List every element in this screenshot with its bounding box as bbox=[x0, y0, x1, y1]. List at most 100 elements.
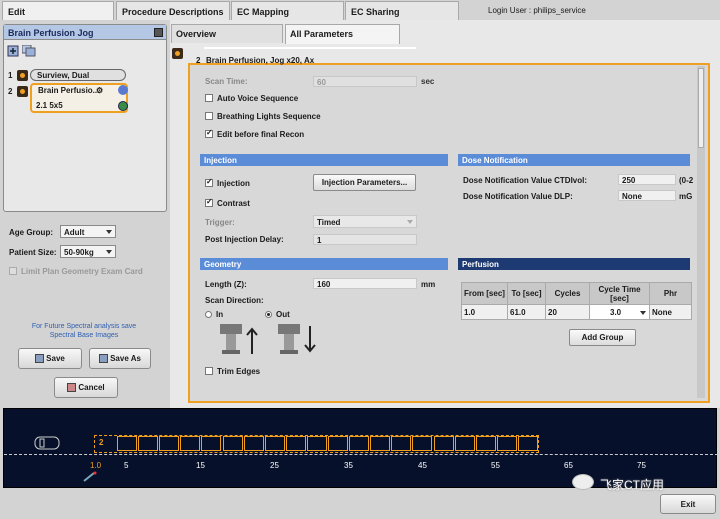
series-title: Brain Perfusion, Jog x20, Ax bbox=[206, 56, 315, 65]
perfusion-cycle bbox=[264, 436, 285, 451]
add-series-icon[interactable] bbox=[7, 45, 19, 57]
tick-label: 55 bbox=[491, 461, 500, 470]
perfusion-cycle bbox=[138, 436, 159, 451]
perfusion-cycle bbox=[412, 436, 433, 451]
perfusion-section-header: Perfusion bbox=[458, 258, 690, 270]
scan-direction-in-icon bbox=[220, 324, 258, 354]
injection-parameters-button[interactable]: Injection Parameters... bbox=[313, 174, 416, 191]
scan-icon bbox=[17, 86, 28, 97]
scrollbar-thumb[interactable] bbox=[698, 68, 704, 148]
geometry-section-header: Geometry bbox=[200, 258, 448, 270]
tab-all-parameters[interactable]: All Parameters bbox=[285, 24, 400, 44]
title-progress-line bbox=[204, 47, 416, 49]
protocol-title: Brain Perfusion Jog bbox=[4, 25, 166, 40]
globe-icon bbox=[118, 101, 128, 111]
perfusion-cycle bbox=[454, 436, 475, 451]
tick-label: 75 bbox=[637, 461, 646, 470]
chevron-down-icon bbox=[640, 311, 646, 315]
tick-label: 5 bbox=[124, 461, 129, 470]
tab-procedure-descriptions[interactable]: Procedure Descriptions bbox=[116, 1, 230, 20]
perfusion-cycle bbox=[222, 436, 243, 451]
save-as-button[interactable]: Save As bbox=[89, 348, 151, 369]
perfusion-cycle bbox=[517, 436, 538, 451]
tick-label: 25 bbox=[270, 461, 279, 470]
exit-button[interactable]: Exit bbox=[660, 494, 716, 514]
top-tab-bar: Edit Procedure Descriptions EC Mapping E… bbox=[0, 0, 720, 21]
cycle-time-select[interactable]: 3.0 bbox=[589, 304, 650, 320]
protocol-box: Brain Perfusion Jog 1 Surview, Dual 2 Br… bbox=[3, 24, 167, 212]
chevron-down-icon bbox=[407, 220, 413, 224]
perfusion-cycle bbox=[201, 436, 222, 451]
tick-label: 15 bbox=[196, 461, 205, 470]
perfusion-cycle bbox=[180, 436, 201, 451]
perfusion-cycle bbox=[285, 436, 306, 451]
copy-series-icon[interactable] bbox=[22, 45, 36, 57]
scan-icon bbox=[172, 48, 183, 59]
injector-icon: ⚙ bbox=[96, 86, 104, 95]
save-as-icon bbox=[99, 354, 109, 363]
chevron-down-icon bbox=[106, 230, 112, 234]
ctdi-field[interactable]: 250 bbox=[618, 174, 676, 185]
tab-ec-mapping[interactable]: EC Mapping bbox=[231, 1, 344, 20]
status-bar: 飞家CT应用 Exit bbox=[0, 474, 720, 519]
contrast-checkbox[interactable]: Contrast bbox=[205, 197, 250, 208]
edit-icon[interactable] bbox=[154, 28, 163, 37]
scan-icon bbox=[17, 70, 28, 81]
patient-size-select[interactable]: 50-90kg bbox=[60, 245, 116, 258]
scan-direction-out-icon bbox=[278, 324, 316, 354]
trigger-select[interactable]: Timed bbox=[313, 215, 417, 228]
cancel-icon bbox=[67, 383, 77, 392]
age-group-select[interactable]: Adult bbox=[60, 225, 116, 238]
tick-label: 65 bbox=[564, 461, 573, 470]
breathing-lights-checkbox[interactable]: Breathing Lights Sequence bbox=[205, 112, 321, 121]
save-button[interactable]: Save bbox=[18, 348, 82, 369]
length-field[interactable]: 160 bbox=[313, 278, 417, 289]
chevron-down-icon bbox=[106, 250, 112, 254]
watermark: 飞家CT应用 bbox=[600, 478, 664, 492]
tick-label: 45 bbox=[418, 461, 427, 470]
cancel-button[interactable]: Cancel bbox=[54, 377, 118, 398]
left-panel: Brain Perfusion Jog 1 Surview, Dual 2 Br… bbox=[0, 20, 170, 408]
series-surview[interactable]: Surview, Dual bbox=[30, 69, 126, 81]
recon-label[interactable]: 2.1 5x5 bbox=[36, 101, 63, 110]
tick-label: 1.0 bbox=[90, 461, 102, 470]
dose-notification-section-header: Dose Notification bbox=[458, 154, 690, 166]
contrast-icon bbox=[118, 85, 128, 95]
tab-edit[interactable]: Edit bbox=[2, 1, 114, 21]
perfusion-cycle bbox=[159, 436, 180, 451]
table-header-row: From [sec] To [sec] Cycles Cycle Time [s… bbox=[461, 282, 692, 305]
perfusion-cycle bbox=[391, 436, 412, 451]
perfusion-cycle bbox=[328, 436, 349, 451]
table-position-icon bbox=[34, 436, 60, 450]
dlp-field[interactable]: None bbox=[618, 190, 676, 201]
direction-out-radio[interactable]: Out bbox=[265, 310, 290, 319]
limit-plan-checkbox[interactable]: Limit Plan Geometry Exam Card bbox=[9, 267, 143, 276]
edit-before-recon-checkbox[interactable]: Edit before final Recon bbox=[205, 128, 304, 139]
series-brain-perfusion[interactable]: Brain Perfusio... ⚙ 2.1 5x5 bbox=[30, 83, 128, 113]
scan-time-field: 60 bbox=[313, 76, 417, 87]
spectral-hint: For Future Spectral analysis save Spectr… bbox=[31, 323, 137, 339]
perfusion-table: From [sec] To [sec] Cycles Cycle Time [s… bbox=[461, 282, 692, 320]
timeline-axis bbox=[4, 454, 718, 455]
perfusion-cycle bbox=[496, 436, 517, 451]
tab-overview[interactable]: Overview bbox=[171, 24, 283, 43]
add-group-button[interactable]: Add Group bbox=[569, 329, 636, 346]
parameters-scrollbar[interactable] bbox=[697, 66, 705, 398]
tab-ec-sharing[interactable]: EC Sharing bbox=[345, 1, 459, 20]
perfusion-cycle bbox=[349, 436, 370, 451]
perfusion-cycle bbox=[306, 436, 327, 451]
tick-label: 35 bbox=[344, 461, 353, 470]
injection-checkbox[interactable]: Injection bbox=[205, 177, 250, 188]
save-icon bbox=[35, 354, 45, 363]
auto-voice-checkbox[interactable]: Auto Voice Sequence bbox=[205, 94, 298, 103]
injector-icon bbox=[83, 471, 97, 482]
wechat-icon bbox=[572, 474, 594, 490]
perfusion-cycle bbox=[243, 436, 264, 451]
post-injection-delay-field[interactable]: 1 bbox=[313, 234, 417, 245]
table-row[interactable]: 1.0 61.0 20 3.0 None bbox=[461, 304, 692, 320]
direction-in-radio[interactable]: In bbox=[205, 310, 223, 319]
trim-edges-checkbox[interactable]: Trim Edges bbox=[205, 367, 260, 376]
perfusion-cycle bbox=[433, 436, 454, 451]
perfusion-cycle bbox=[370, 436, 391, 451]
login-user: Login User : philips_service bbox=[488, 6, 586, 15]
